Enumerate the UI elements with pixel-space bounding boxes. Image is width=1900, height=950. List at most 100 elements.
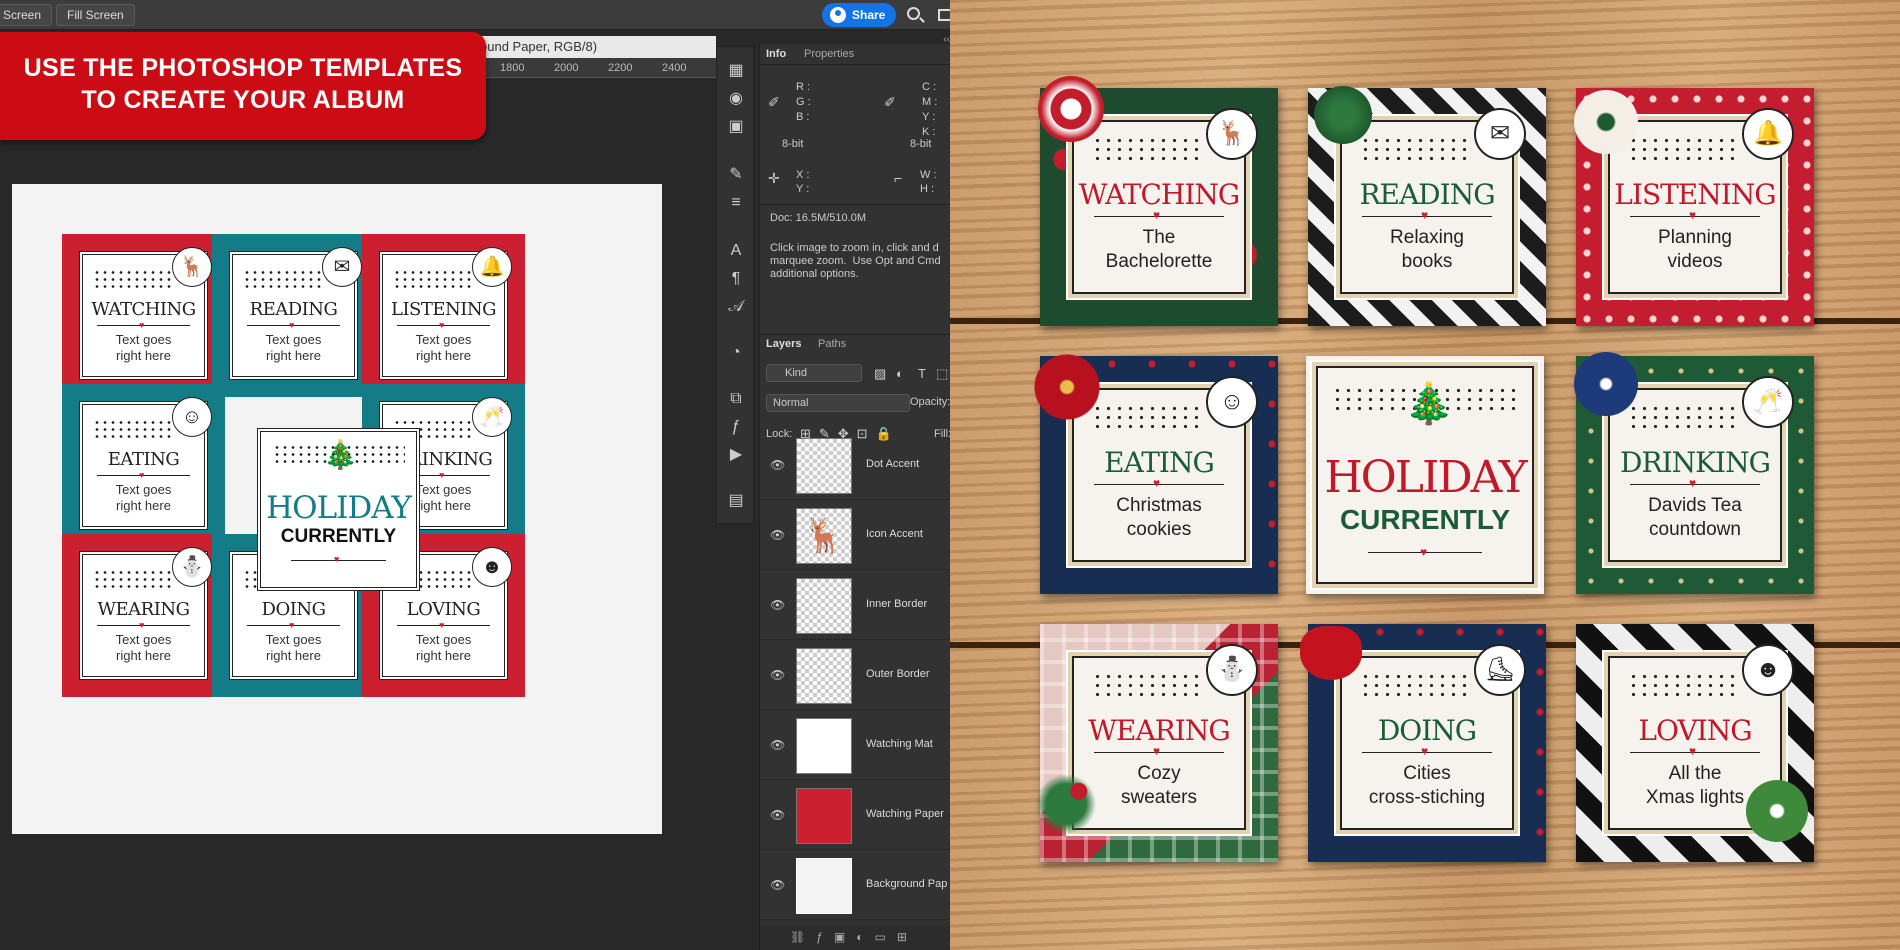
right-panel: Info Properties ✐ R : G : B : ✐ C : M : …	[759, 44, 950, 950]
tab-properties[interactable]: Properties	[804, 48, 854, 60]
document-tab[interactable]: ound Paper, RGB/8)	[470, 36, 716, 58]
kind-filter-select[interactable]: Kind	[766, 364, 862, 382]
visibility-eye-icon[interactable]: 👁	[770, 808, 785, 822]
layer-row[interactable]: 👁 Watching Paper	[760, 780, 950, 850]
card-border: 🦌 WATCHING ♥ The Bachelorette	[1072, 108, 1258, 294]
photo-center-card: 🎄 HOLIDAY CURRENTLY ♥	[1306, 356, 1544, 594]
template-card: 🦌 WATCHING ♥ Text goes right here	[62, 234, 225, 397]
paragraph-icon[interactable]: ¶	[726, 269, 746, 289]
card-border: ✉ READING ♥ Relaxing books	[1340, 108, 1526, 294]
reindeer-icon: 🦌	[1206, 108, 1258, 160]
notes-icon[interactable]: ▤	[726, 491, 746, 511]
visibility-eye-icon[interactable]: 👁	[770, 738, 785, 752]
filter-type-icon[interactable]: T	[918, 366, 926, 381]
card-text: Text goes right here	[115, 332, 172, 363]
heart-icon: ♥	[439, 320, 445, 330]
dot-accent	[1092, 404, 1202, 432]
santa-hat-icon: ⛄	[1206, 644, 1258, 696]
tab-info[interactable]: Info	[766, 48, 786, 60]
dot-accent	[93, 419, 173, 441]
heart-icon: ♥	[1420, 545, 1428, 559]
layer-row[interactable]: 👁 Watching Mat	[760, 710, 950, 780]
adjust-icon[interactable]: ≡	[726, 193, 746, 213]
eyedropper-icon: ✐	[768, 94, 780, 110]
zoom-hint: Click image to zoom in, click and d marq…	[770, 242, 941, 280]
layer-row[interactable]: 👁 Dot Accent	[760, 430, 950, 500]
divider	[760, 334, 950, 335]
bit-depth-left: 8-bit	[782, 138, 804, 150]
layer-name: Watching Mat	[866, 738, 933, 750]
layers-footer-icons[interactable]: ⛓ƒ▣◐▭⊞	[760, 926, 950, 950]
canvas-artboard[interactable]: 🦌 WATCHING ♥ Text goes right here ✉ READ…	[12, 184, 662, 834]
collapse-panels-icon[interactable]: ‹‹	[714, 34, 950, 45]
ribbon-flower-icon	[1038, 76, 1104, 142]
envelope-icon: ✉	[1474, 108, 1526, 160]
filter-image-icon[interactable]: ▨	[874, 366, 886, 382]
gold-tree-icon: 🎄	[1404, 382, 1454, 426]
banner-line-1: USE THE PHOTOSHOP TEMPLATES	[23, 54, 463, 82]
blend-mode-select[interactable]: Normal	[766, 394, 910, 412]
fx-icon[interactable]: ƒ	[726, 417, 746, 437]
layer-row[interactable]: 👁 Background Pap	[760, 850, 950, 920]
center-title-holiday: HOLIDAY	[1324, 452, 1527, 503]
visibility-eye-icon[interactable]: 👁	[770, 598, 785, 612]
tab-layers[interactable]: Layers	[766, 338, 801, 350]
workspace-icon[interactable]	[938, 9, 950, 21]
visibility-eye-icon[interactable]: 👁	[770, 458, 785, 472]
heart-icon: ♥	[289, 620, 295, 630]
center-card-border: 🎄 HOLIDAY CURRENTLY ♥	[1316, 366, 1534, 584]
dot-accent	[1092, 136, 1202, 164]
layer-row[interactable]: 👁 🦌 Icon Accent	[760, 500, 950, 570]
grid-icon[interactable]: ▦	[726, 61, 746, 81]
dot-accent	[1360, 672, 1470, 700]
screen-button[interactable]: Screen	[0, 4, 53, 26]
crosshair-icon: ✛	[768, 170, 780, 186]
visibility-eye-icon[interactable]: 👁	[770, 528, 785, 542]
card-category: LOVING	[1638, 714, 1752, 747]
dot-accent	[393, 269, 473, 291]
clone-icon[interactable]: ⧉	[726, 389, 746, 409]
brush-icon[interactable]: ✎	[726, 165, 746, 185]
card-category: WATCHING	[1078, 178, 1241, 211]
felt-heart-icon	[1300, 626, 1362, 680]
layer-row[interactable]: 👁 Inner Border	[760, 570, 950, 640]
layer-thumbnail	[796, 648, 852, 704]
tab-paths[interactable]: Paths	[818, 338, 846, 350]
template-card: ✉ READING ♥ Text goes right here	[212, 234, 375, 397]
template-card: 🔔 LISTENING ♥ Text goes right here	[362, 234, 525, 397]
tree-icon: 🎄	[323, 439, 358, 470]
template-card: ☺ EATING ♥ Text goes right here	[62, 384, 225, 547]
size-icon: ⌐	[894, 170, 903, 186]
layer-row[interactable]: 👁 Outer Border	[760, 640, 950, 710]
card-text: The Bachelorette	[1105, 227, 1213, 272]
share-button[interactable]: Share	[822, 3, 896, 27]
filter-adjust-icon[interactable]: ◐	[896, 366, 904, 381]
layer-thumbnail	[796, 438, 852, 494]
white-flower-icon	[1574, 90, 1638, 154]
palette-icon[interactable]: ◉	[726, 89, 746, 109]
heart-icon: ♥	[1689, 208, 1697, 222]
swatches-icon[interactable]: ▣	[726, 117, 746, 137]
dot-accent	[1092, 672, 1202, 700]
glyphs-icon[interactable]: 𝒜	[726, 297, 746, 317]
share-label: Share	[852, 8, 886, 22]
card-category: DOING	[261, 599, 326, 620]
heart-icon: ♥	[439, 620, 445, 630]
card-border: ⛄ WEARING ♥ Text goes right here	[82, 547, 212, 677]
filter-shape-icon[interactable]: ⬚	[936, 366, 948, 382]
visibility-eye-icon[interactable]: 👁	[770, 878, 785, 892]
kind-label: Kind	[785, 367, 808, 379]
heart-icon: ♥	[1153, 208, 1161, 222]
gingerbread-icon: ☺	[1206, 376, 1258, 428]
visibility-eye-icon[interactable]: 👁	[770, 668, 785, 682]
layer-thumbnail: 🦌	[796, 508, 852, 564]
card-category: LISTENING	[390, 299, 497, 320]
layer-name: Icon Accent	[866, 528, 923, 540]
fill-screen-button[interactable]: Fill Screen	[56, 4, 135, 26]
card-category: READING	[1359, 178, 1495, 211]
search-icon[interactable]	[907, 7, 920, 20]
play-icon[interactable]: ▶	[726, 445, 746, 465]
character-icon[interactable]: A	[726, 241, 746, 261]
history-icon[interactable]: ◔	[726, 343, 746, 363]
heart-icon: ♥	[139, 320, 145, 330]
